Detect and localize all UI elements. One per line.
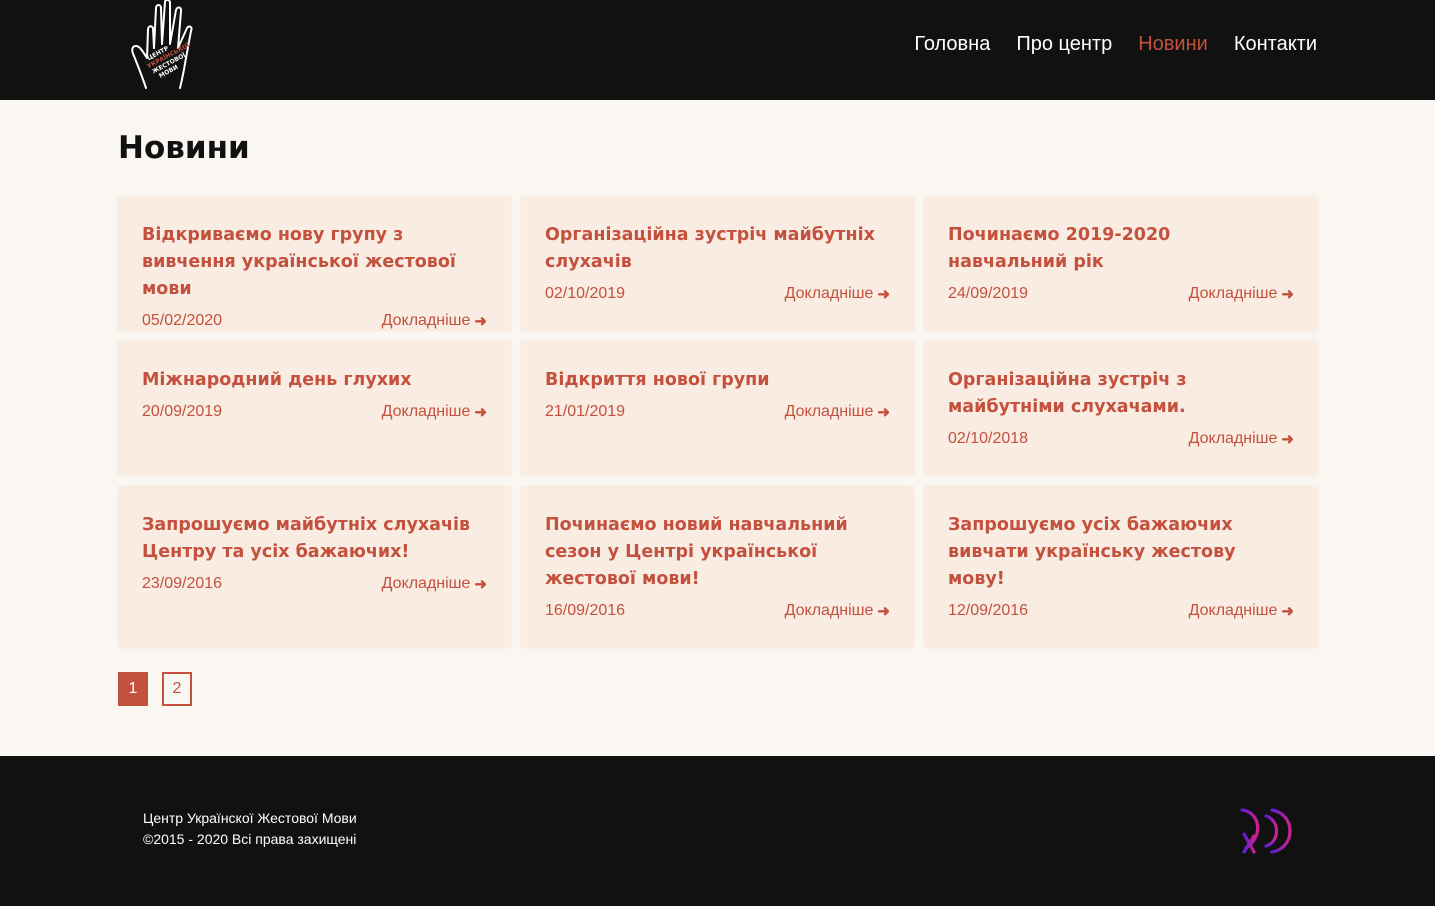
news-card-date: 05/02/2020 xyxy=(142,312,223,329)
arrow-right-icon: ➜ xyxy=(1281,431,1294,448)
arrow-right-icon: ➜ xyxy=(877,404,890,421)
news-card-footer: 23/09/2016 Докладніше ➜ xyxy=(142,575,487,593)
hand-logo-icon[interactable]: ЦЕНТР УКРАЇНСЬКОЇ ЖЕСТОВОЇ МОВИ xyxy=(128,0,198,92)
read-more-link[interactable]: Докладніше ➜ xyxy=(785,403,890,421)
news-card-date: 21/01/2019 xyxy=(545,403,626,420)
news-card-footer: 24/09/2019 Докладніше ➜ xyxy=(948,285,1294,303)
arrow-right-icon: ➜ xyxy=(1281,286,1294,303)
read-more-label[interactable]: Докладніше xyxy=(1189,285,1278,303)
read-more-link[interactable]: Докладніше ➜ xyxy=(1189,602,1294,620)
main-content: Новини Відкриваємо нову групу з вивчення… xyxy=(0,100,1435,756)
read-more-label[interactable]: Докладніше xyxy=(1189,430,1278,448)
news-card-footer: 02/10/2018 Докладніше ➜ xyxy=(948,430,1294,448)
read-more-link[interactable]: Докладніше ➜ xyxy=(1189,285,1294,303)
read-more-label[interactable]: Докладніше xyxy=(785,285,874,303)
news-card-date: 20/09/2019 xyxy=(142,403,223,420)
news-card-title[interactable]: Починаємо новий навчальний сезон у Центр… xyxy=(545,512,890,593)
news-card-title[interactable]: Відкриття нової групи xyxy=(545,367,890,394)
news-card-date: 02/10/2019 xyxy=(545,285,626,302)
page-button-1[interactable]: 1 xyxy=(118,672,148,706)
news-grid: Відкриваємо нову групу з вивчення україн… xyxy=(118,196,1318,648)
news-card-footer: 05/02/2020 Докладніше ➜ xyxy=(142,312,487,330)
dev-logo-icon[interactable] xyxy=(1238,806,1296,856)
news-card-date: 02/10/2018 xyxy=(948,430,1029,447)
news-card-footer: 12/09/2016 Докладніше ➜ xyxy=(948,602,1294,620)
read-more-link[interactable]: Докладніше ➜ xyxy=(382,403,487,421)
news-card-title[interactable]: Міжнародний день глухих xyxy=(142,367,487,394)
arrow-right-icon: ➜ xyxy=(877,603,890,620)
footer-text: Центр Українскої Жестової Мови ©2015 - 2… xyxy=(143,808,357,850)
news-card-footer: 21/01/2019 Докладніше ➜ xyxy=(545,403,890,421)
arrow-right-icon: ➜ xyxy=(877,286,890,303)
nav-item-contacts[interactable]: Контакти xyxy=(1234,33,1317,56)
read-more-link[interactable]: Докладніше ➜ xyxy=(382,312,487,330)
arrow-right-icon: ➜ xyxy=(1281,603,1294,620)
footer-copyright: ©2015 - 2020 Всі права захищені xyxy=(143,831,357,847)
read-more-link[interactable]: Докладніше ➜ xyxy=(785,285,890,303)
site-header: ЦЕНТР УКРАЇНСЬКОЇ ЖЕСТОВОЇ МОВИ Головна … xyxy=(0,0,1435,100)
news-card-footer: 02/10/2019 Докладніше ➜ xyxy=(545,285,890,303)
news-card-title[interactable]: Організаційна зустріч майбутніх слухачів xyxy=(545,222,890,276)
site-footer: Центр Українскої Жестової Мови ©2015 - 2… xyxy=(0,756,1435,906)
arrow-right-icon: ➜ xyxy=(474,404,487,421)
page-button-2[interactable]: 2 xyxy=(162,672,192,706)
news-card[interactable]: Відкриття нової групи 21/01/2019 Докладн… xyxy=(521,341,914,476)
read-more-label[interactable]: Докладніше xyxy=(382,575,471,593)
news-card-date: 23/09/2016 xyxy=(142,575,223,592)
read-more-label[interactable]: Докладніше xyxy=(785,403,874,421)
read-more-link[interactable]: Докладніше ➜ xyxy=(382,575,487,593)
nav-item-home[interactable]: Головна xyxy=(914,33,990,56)
news-card-date: 16/09/2016 xyxy=(545,602,626,619)
news-card[interactable]: Організаційна зустріч майбутніх слухачів… xyxy=(521,196,914,331)
news-card-date: 12/09/2016 xyxy=(948,602,1029,619)
news-card[interactable]: Починаємо 2019-2020 навчальний рік 24/09… xyxy=(924,196,1318,331)
news-card-title[interactable]: Організаційна зустріч з майбутніми слуха… xyxy=(948,367,1294,421)
news-card-title[interactable]: Запрошуємо усіх бажаючих вивчати українс… xyxy=(948,512,1294,593)
news-card-title[interactable]: Відкриваємо нову групу з вивчення україн… xyxy=(142,222,487,303)
news-card[interactable]: Запрошуємо майбутніх слухачів Центру та … xyxy=(118,486,511,648)
news-card-footer: 20/09/2019 Докладніше ➜ xyxy=(142,403,487,421)
nav-item-about[interactable]: Про центр xyxy=(1016,33,1112,56)
news-card[interactable]: Міжнародний день глухих 20/09/2019 Докла… xyxy=(118,341,511,476)
read-more-link[interactable]: Докладніше ➜ xyxy=(785,602,890,620)
news-card[interactable]: Запрошуємо усіх бажаючих вивчати українс… xyxy=(924,486,1318,648)
pagination: 1 2 xyxy=(118,672,192,706)
read-more-label[interactable]: Докладніше xyxy=(382,312,471,330)
news-card-date: 24/09/2019 xyxy=(948,285,1029,302)
read-more-label[interactable]: Докладніше xyxy=(785,602,874,620)
news-card[interactable]: Відкриваємо нову групу з вивчення україн… xyxy=(118,196,511,331)
news-card-footer: 16/09/2016 Докладніше ➜ xyxy=(545,602,890,620)
arrow-right-icon: ➜ xyxy=(474,576,487,593)
news-card[interactable]: Починаємо новий навчальний сезон у Центр… xyxy=(521,486,914,648)
nav-item-news[interactable]: Новини xyxy=(1138,33,1208,56)
read-more-link[interactable]: Докладніше ➜ xyxy=(1189,430,1294,448)
read-more-label[interactable]: Докладніше xyxy=(1189,602,1278,620)
main-nav: Головна Про центр Новини Контакти xyxy=(914,33,1317,56)
arrow-right-icon: ➜ xyxy=(474,313,487,330)
page-title: Новини xyxy=(118,130,250,166)
news-card-title[interactable]: Починаємо 2019-2020 навчальний рік xyxy=(948,222,1294,276)
news-card[interactable]: Організаційна зустріч з майбутніми слуха… xyxy=(924,341,1318,476)
news-card-title[interactable]: Запрошуємо майбутніх слухачів Центру та … xyxy=(142,512,487,566)
read-more-label[interactable]: Докладніше xyxy=(382,403,471,421)
footer-org-name: Центр Українскої Жестової Мови xyxy=(143,810,357,826)
